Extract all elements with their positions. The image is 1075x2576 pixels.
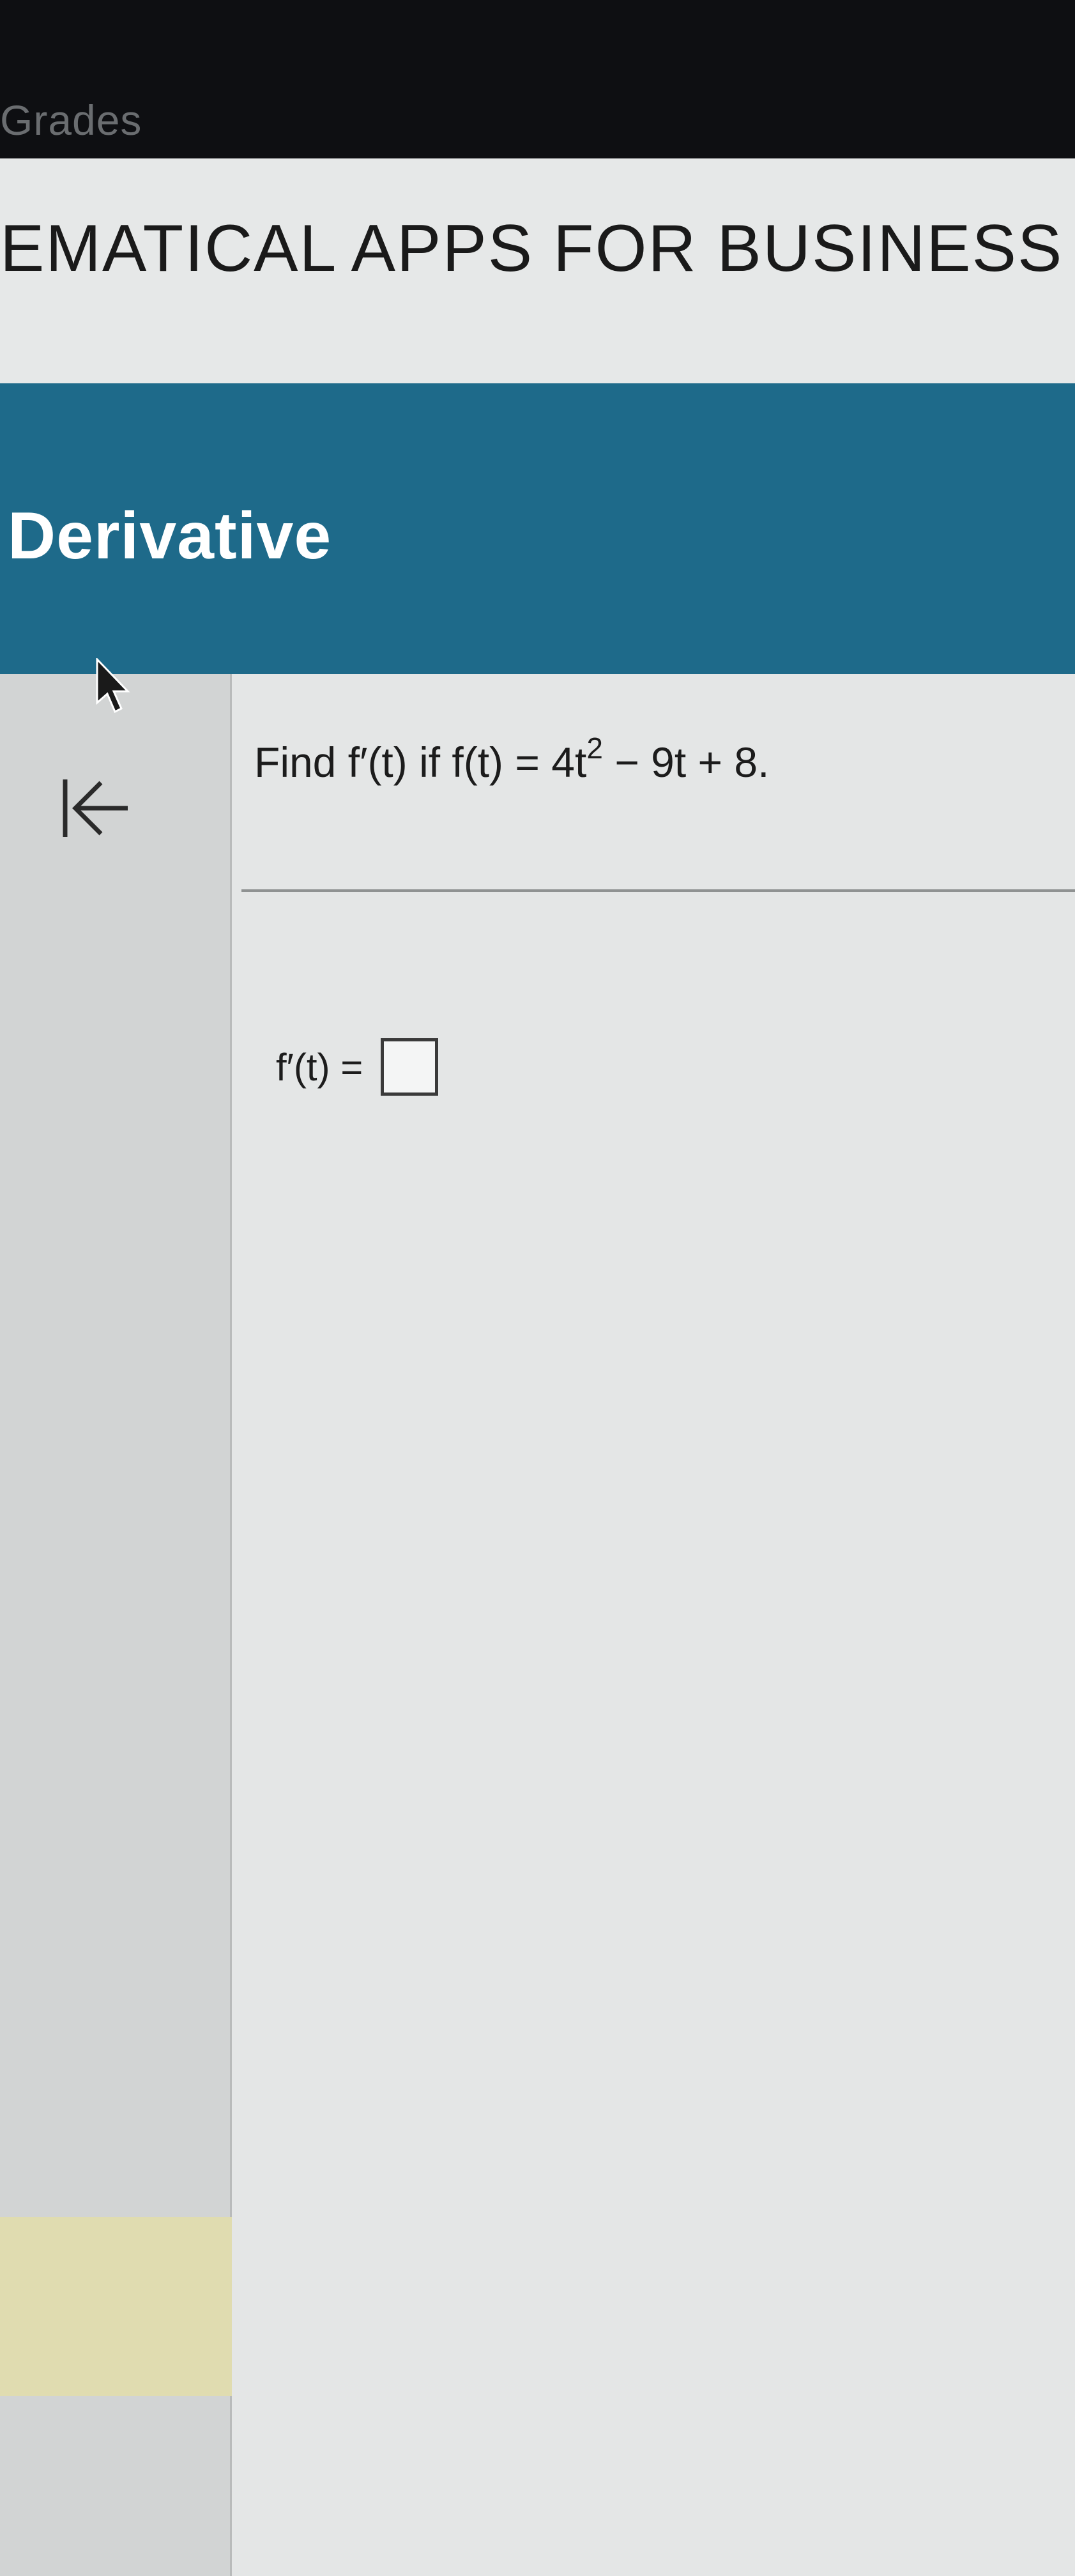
question-text: Find f′(t) if f(t) = 4t (254, 739, 587, 786)
collapse-sidebar-button[interactable] (57, 773, 134, 843)
question-panel (232, 674, 1075, 2576)
answer-row: f′(t) = (276, 1038, 439, 1096)
grades-link[interactable]: Grades (0, 96, 142, 144)
question-exponent: 2 (586, 732, 603, 765)
section-title: Derivative (8, 499, 332, 573)
collapse-left-icon (63, 779, 128, 837)
mouse-pointer-icon (96, 658, 130, 714)
top-navigation-bar (0, 0, 1075, 172)
answer-input-box[interactable] (381, 1038, 439, 1096)
question-prompt: Find f′(t) if f(t) = 4t2 − 9t + 8. (254, 732, 770, 786)
question-divider (241, 889, 1075, 892)
question-text-tail: − 9t + 8. (602, 739, 770, 786)
course-title: EMATICAL APPS FOR BUSINESS (0, 211, 1064, 286)
answer-label: f′(t) = (276, 1045, 363, 1089)
